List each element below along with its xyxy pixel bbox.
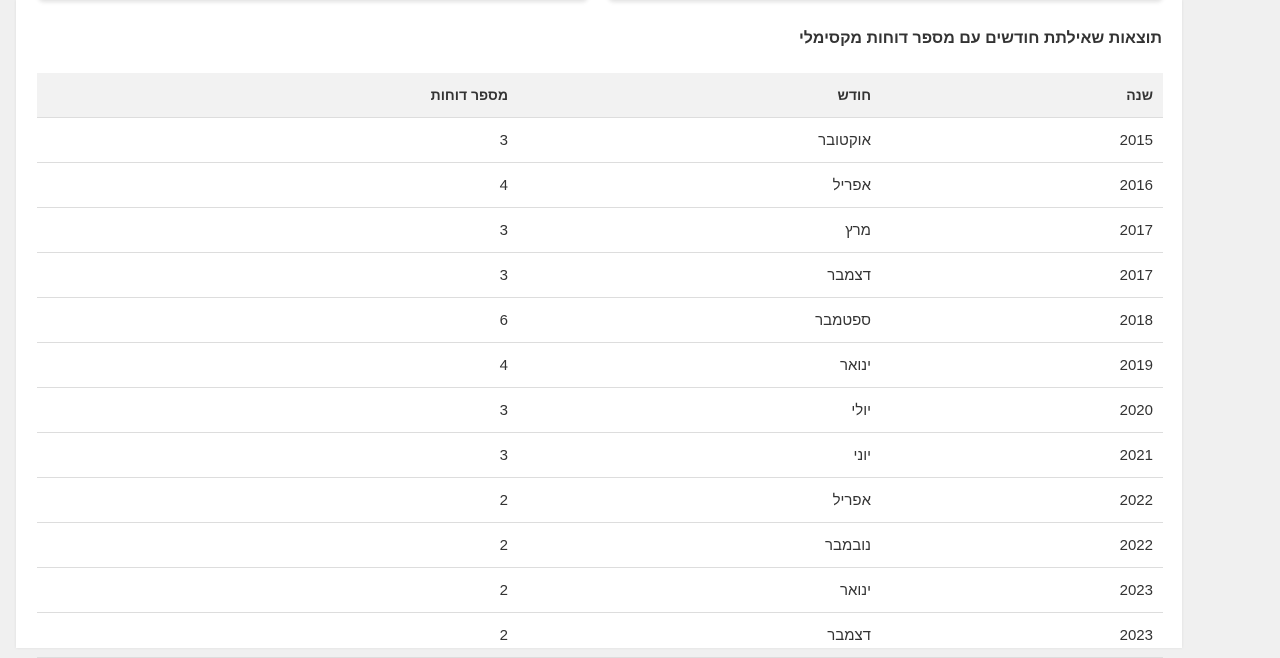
results-table: שנה חודש מספר דוחות 2015 אוקטובר 3 2016 … [37,73,1163,658]
table-row: 2023 דצמבר 2 [37,612,1163,658]
table-row: 2017 דצמבר 3 [37,252,1163,298]
cell-month: יוני [518,432,881,478]
cell-month: יולי [518,387,881,433]
cell-month: אפריל [518,477,881,523]
cell-reports: 3 [37,252,518,298]
header-year[interactable]: שנה [881,73,1163,118]
cell-year: 2022 [881,522,1163,568]
cell-reports: 2 [37,612,518,658]
cell-reports: 6 [37,297,518,343]
cell-reports: 2 [37,522,518,568]
cell-month: נובמבר [518,522,881,568]
cell-month: דצמבר [518,612,881,658]
header-reports[interactable]: מספר דוחות [37,73,518,118]
cell-year: 2017 [881,207,1163,253]
cell-year: 2023 [881,567,1163,613]
table-body: 2015 אוקטובר 3 2016 אפריל 4 2017 מרץ 3 2… [37,117,1163,658]
cell-month: ינואר [518,567,881,613]
cell-reports: 4 [37,342,518,388]
cell-month: דצמבר [518,252,881,298]
cell-reports: 2 [37,567,518,613]
cell-year: 2023 [881,612,1163,658]
table-row: 2020 יולי 3 [37,387,1163,433]
cell-year: 2017 [881,252,1163,298]
cell-month: אפריל [518,162,881,208]
cell-year: 2018 [881,297,1163,343]
table-row: 2023 ינואר 2 [37,567,1163,613]
cell-reports: 3 [37,117,518,163]
cell-reports: 2 [37,477,518,523]
table-header-row: שנה חודש מספר דוחות [37,73,1163,118]
table-row: 2021 יוני 3 [37,432,1163,478]
table-row: 2017 מרץ 3 [37,207,1163,253]
cell-year: 2016 [881,162,1163,208]
cell-month: ספטמבר [518,297,881,343]
table-row: 2015 אוקטובר 3 [37,117,1163,163]
cell-year: 2020 [881,387,1163,433]
cell-reports: 3 [37,432,518,478]
table-row: 2016 אפריל 4 [37,162,1163,208]
cell-month: אוקטובר [518,117,881,163]
results-panel: תוצאות שאילתת חודשים עם מספר דוחות מקסימ… [16,0,1182,658]
table-row: 2022 אפריל 2 [37,477,1163,523]
cell-year: 2022 [881,477,1163,523]
results-title: תוצאות שאילתת חודשים עם מספר דוחות מקסימ… [798,30,1162,47]
cell-reports: 3 [37,207,518,253]
cell-reports: 3 [37,387,518,433]
header-month[interactable]: חודש [518,73,881,118]
cell-month: מרץ [518,207,881,253]
table-row: 2022 נובמבר 2 [37,522,1163,568]
cell-year: 2021 [881,432,1163,478]
cell-year: 2015 [881,117,1163,163]
cell-month: ינואר [518,342,881,388]
cell-year: 2019 [881,342,1163,388]
table-row: 2018 ספטמבר 6 [37,297,1163,343]
cell-reports: 4 [37,162,518,208]
table-row: 2019 ינואר 4 [37,342,1163,388]
